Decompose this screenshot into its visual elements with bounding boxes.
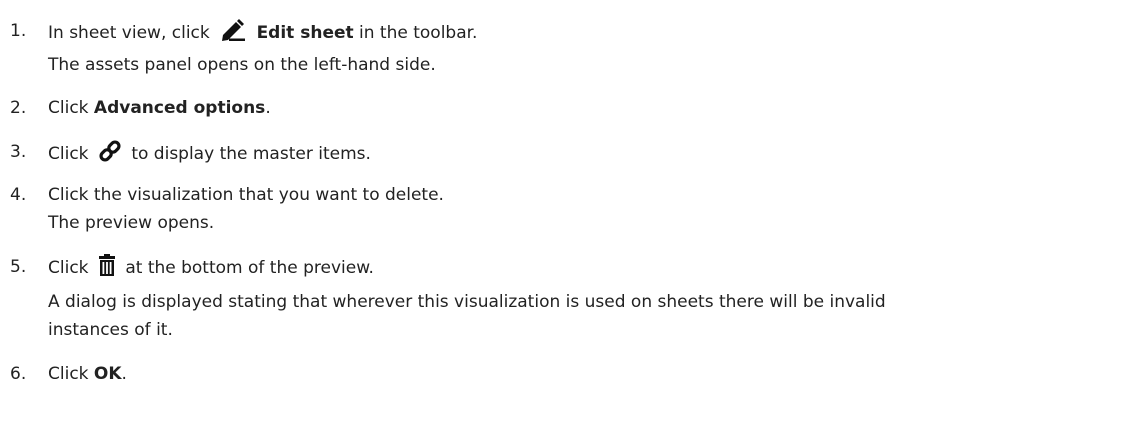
step-text-post: in the toolbar. <box>353 23 478 43</box>
link-icon <box>98 140 122 168</box>
step-result: A dialog is displayed stating that where… <box>48 292 886 312</box>
edit-sheet-label: Edit sheet <box>256 23 354 43</box>
step-text-pre: Click <box>48 258 89 278</box>
step-number: 2. <box>10 98 27 118</box>
ok-label: OK <box>93 364 122 384</box>
step-text: Click the visualization that you want to… <box>48 185 444 205</box>
step-number: 6. <box>10 364 27 384</box>
step-text: In sheet view, click Edit sheet in the t… <box>48 19 477 47</box>
step-text-post: at the bottom of the preview. <box>125 258 374 278</box>
step-text-post: to display the master items. <box>131 144 371 164</box>
step-text-pre: Click <box>48 364 94 384</box>
step-text-post: . <box>121 364 127 384</box>
step-text: Click OK. <box>48 363 127 385</box>
step-text-pre: Click <box>48 144 89 164</box>
step-number: 3. <box>10 142 27 162</box>
step-text-pre: Click <box>48 98 94 118</box>
step-number: 1. <box>10 21 27 41</box>
page: { "steps": [ { "number": "1.", "pre": "I… <box>0 0 1126 428</box>
step-text: Click Advanced options. <box>48 97 271 119</box>
step-number: 5. <box>10 257 27 277</box>
trash-icon <box>98 254 116 282</box>
step-text: Click at the bottom of the preview. <box>48 254 374 282</box>
step-text-pre: In sheet view, click <box>48 23 210 43</box>
step-result: The preview opens. <box>48 213 215 233</box>
step-result: The assets panel opens on the left-hand … <box>48 55 436 75</box>
step-text-post: . <box>265 98 271 118</box>
pencil-icon <box>219 19 247 47</box>
step-text: Click to display the master items. <box>48 140 371 168</box>
step-number: 4. <box>10 185 27 205</box>
advanced-options-label: Advanced options <box>93 98 266 118</box>
step-result-continued: instances of it. <box>48 320 173 340</box>
